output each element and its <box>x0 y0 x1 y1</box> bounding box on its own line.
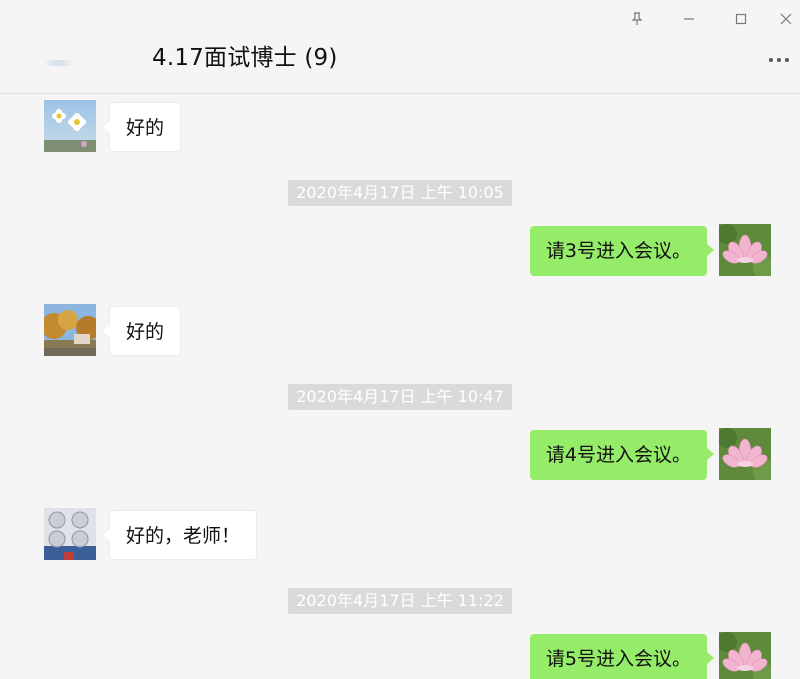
timestamp-label: 2020年4月17日 上午 11:22 <box>288 588 512 614</box>
avatar-pink-lotus[interactable] <box>719 224 771 276</box>
timestamp: 2020年4月17日 上午 10:05 <box>0 180 800 206</box>
message-bubble[interactable]: 请3号进入会议。 <box>529 226 715 276</box>
timestamp: 2020年4月17日 上午 10:47 <box>0 384 800 410</box>
more-dots-icon[interactable] <box>764 52 794 68</box>
avatar-autumn-campus[interactable] <box>44 304 96 356</box>
timestamp-label: 2020年4月17日 上午 10:47 <box>288 384 512 410</box>
title-decoration <box>46 60 72 66</box>
minimize-icon[interactable] <box>675 6 703 32</box>
timestamp: 2020年4月17日 上午 11:22 <box>0 588 800 614</box>
chat-title: 4.17面试博士 (9) <box>152 45 338 71</box>
title-bar: 4.17面试博士 (9) <box>0 0 800 94</box>
pin-icon[interactable] <box>623 6 651 32</box>
message-bubble[interactable]: 请4号进入会议。 <box>529 430 715 480</box>
message-bubble[interactable]: 好的 <box>102 306 182 356</box>
timestamp-label: 2020年4月17日 上午 10:05 <box>288 180 512 206</box>
close-icon[interactable] <box>772 6 800 32</box>
avatar-white-flowers[interactable] <box>44 100 96 152</box>
avatar-pink-lotus[interactable] <box>719 428 771 480</box>
message-bubble[interactable]: 请5号进入会议。 <box>529 634 715 679</box>
message-list[interactable]: 好的 2020年4月17日 上午 10:05 请3号进入会议。 好的 2020年… <box>0 94 800 679</box>
message-bubble[interactable]: 好的，老师！ <box>102 510 258 560</box>
message-bubble[interactable]: 好的 <box>102 102 182 152</box>
avatar-pink-lotus[interactable] <box>719 632 771 679</box>
avatar-good-letters[interactable] <box>44 508 96 560</box>
maximize-icon[interactable] <box>727 6 755 32</box>
